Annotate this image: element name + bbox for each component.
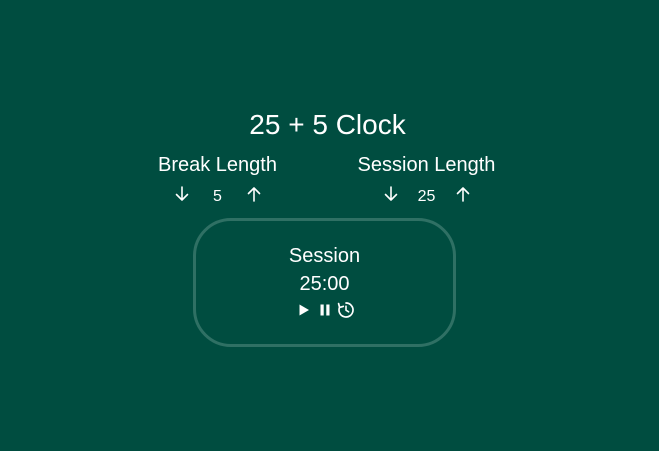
break-length-value: 5: [213, 188, 222, 205]
play-button[interactable]: [295, 301, 313, 319]
arrow-up-icon: [247, 187, 260, 202]
arrow-up-icon: [456, 187, 469, 202]
reset-button[interactable]: [337, 301, 355, 319]
break-length-label: Break Length: [158, 154, 277, 176]
break-increment-button[interactable]: [241, 181, 267, 207]
arrow-down-icon: [384, 186, 397, 201]
break-length-control: Break Length 5: [154, 153, 281, 207]
timer-controls: [196, 300, 453, 320]
play-icon: [299, 304, 309, 316]
session-length-value: 25: [417, 188, 436, 205]
session-length-row: 25: [352, 181, 501, 207]
session-length-control: Session Length 25: [352, 153, 501, 207]
arrow-down-icon: [175, 186, 188, 201]
time-left: 25:00: [299, 273, 350, 295]
reset-icon: [337, 302, 354, 318]
page-title: 25 + 5 Clock: [249, 109, 406, 140]
session-increment-button[interactable]: [450, 181, 476, 207]
pause-button[interactable]: [316, 301, 334, 319]
session-length-label: Session Length: [357, 154, 496, 176]
break-decrement-button[interactable]: [169, 181, 195, 207]
timer-label: Session: [288, 245, 361, 267]
pause-icon: [320, 304, 329, 316]
timer-panel: Session 25:00: [193, 218, 456, 347]
session-decrement-button[interactable]: [378, 181, 404, 207]
break-length-row: 5: [154, 181, 281, 207]
pomodoro-app: 25 + 5 Clock Break Length 5 Session Leng…: [0, 0, 659, 451]
